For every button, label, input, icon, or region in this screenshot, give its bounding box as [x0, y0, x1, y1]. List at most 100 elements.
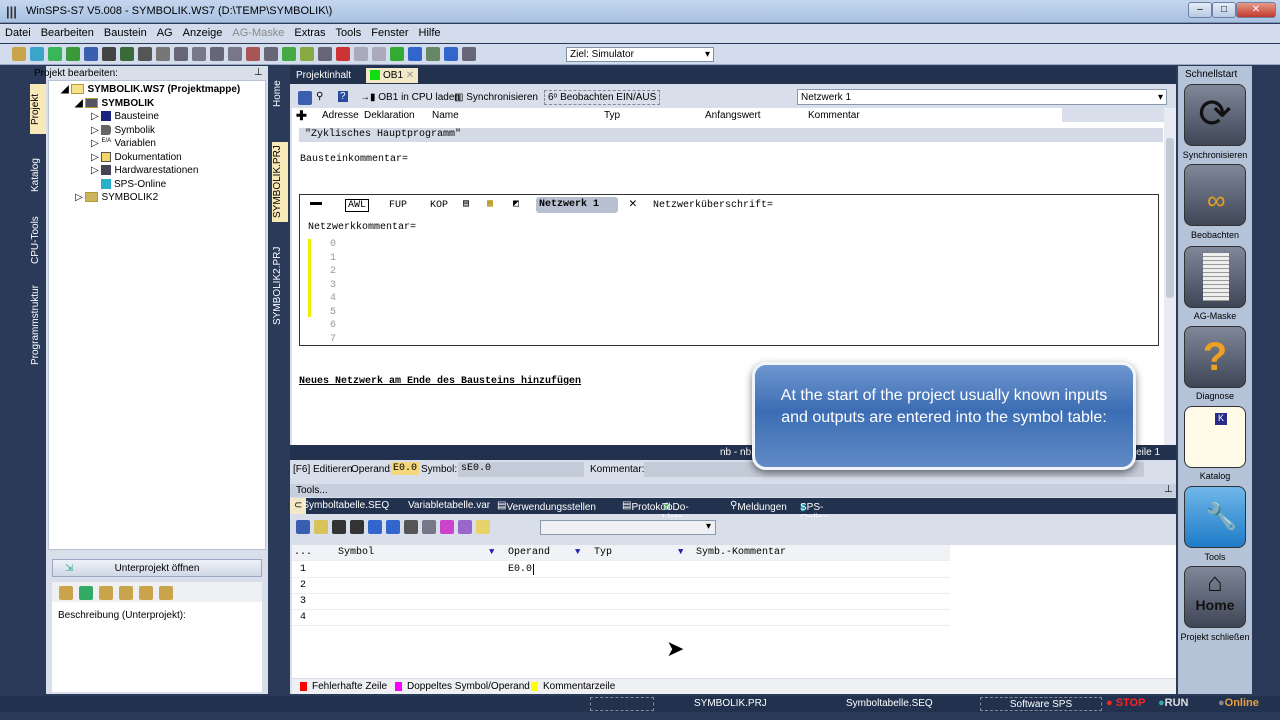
- tab-variabletabelle[interactable]: Variabletabelle.var: [408, 500, 490, 511]
- find-next-icon[interactable]: [350, 520, 364, 534]
- watch-off-icon[interactable]: [336, 47, 350, 61]
- add-network-link[interactable]: Neues Netzwerk am Ende des Bausteins hin…: [299, 376, 581, 387]
- save-icon[interactable]: [84, 47, 98, 61]
- network-heading[interactable]: Netzwerküberschrift=: [653, 200, 773, 211]
- tool-icon[interactable]: [408, 47, 422, 61]
- sync-quick-button[interactable]: ⟳: [1184, 84, 1246, 146]
- tool-icon[interactable]: [318, 47, 332, 61]
- catalog-quick-button[interactable]: K: [1184, 406, 1246, 468]
- delete-row-icon[interactable]: [386, 520, 400, 534]
- info-icon[interactable]: ?: [338, 91, 348, 102]
- tree-item-hardwarestationen[interactable]: ▷ Hardwarestationen: [91, 165, 198, 176]
- vtab-programmstruktur[interactable]: Programmstruktur: [30, 280, 46, 370]
- symbol-field[interactable]: sE0.0: [458, 462, 584, 477]
- tree-root[interactable]: ◢ SYMBOLIK.WS7 (Projektmappe): [61, 84, 240, 95]
- new-block-icon[interactable]: [66, 47, 80, 61]
- col-symbol[interactable]: Symbol: [338, 547, 374, 558]
- tab-protokoll[interactable]: ▤ Protokoll: [622, 500, 670, 513]
- tree-project[interactable]: ◢ SYMBOLIK: [75, 98, 154, 109]
- mode-awl[interactable]: AWL: [345, 199, 370, 212]
- tool-icon[interactable]: [228, 47, 242, 61]
- tab-verwendungsstellen[interactable]: ▤ Verwendungsstellen: [497, 500, 596, 513]
- target-select[interactable]: Ziel: Simulator ▾: [566, 47, 714, 62]
- import-icon[interactable]: [314, 520, 328, 534]
- tool-icon[interactable]: [300, 47, 314, 61]
- vtab-symbolik2-prj[interactable]: SYMBOLIK2.PRJ: [272, 246, 288, 326]
- tree-item-dokumentation[interactable]: ▷ Dokumentation: [91, 152, 182, 163]
- tool-icon[interactable]: [444, 47, 458, 61]
- menu-fenster[interactable]: Fenster: [366, 24, 413, 42]
- tree-item-variablen[interactable]: ▷ E/A Variablen: [91, 138, 156, 149]
- close-button[interactable]: ✕: [1236, 2, 1276, 18]
- col-kommentar[interactable]: Kommentar: [808, 110, 860, 121]
- menu-hilfe[interactable]: Hilfe: [414, 24, 446, 42]
- col-kommentar[interactable]: Symb.-Kommentar: [696, 547, 786, 558]
- sym2-icon[interactable]: [372, 47, 386, 61]
- menu-bearbeiten[interactable]: Bearbeiten: [36, 24, 99, 42]
- close-tab-icon[interactable]: ✕: [406, 70, 414, 81]
- col-deklaration[interactable]: Deklaration: [364, 110, 415, 121]
- print-icon[interactable]: [156, 47, 170, 61]
- folder-open-icon[interactable]: [59, 586, 73, 600]
- tool-icon[interactable]: [282, 47, 296, 61]
- tree-project2[interactable]: ▷ SYMBOLIK2: [75, 192, 158, 203]
- vtab-cpu-tools[interactable]: CPU-Tools: [30, 210, 46, 270]
- col-operand[interactable]: Operand: [508, 547, 550, 558]
- filter-icon[interactable]: ▼: [678, 547, 683, 557]
- new-project-icon[interactable]: [12, 47, 26, 61]
- copy-icon[interactable]: ▤: [463, 198, 469, 210]
- open2-icon[interactable]: [48, 47, 62, 61]
- mode-kop[interactable]: KOP: [430, 200, 448, 211]
- find-replace-icon[interactable]: [120, 47, 134, 61]
- maximize-button[interactable]: □: [1212, 2, 1236, 18]
- home-quick-button[interactable]: ⌂ Home: [1184, 566, 1246, 628]
- col-adresse[interactable]: Adresse: [322, 110, 359, 121]
- minimize-button[interactable]: –: [1188, 2, 1212, 18]
- tab-ob1[interactable]: OB1 ✕: [366, 68, 419, 83]
- editor-scrollbar[interactable]: [1164, 108, 1176, 445]
- tool-icon[interactable]: [462, 47, 476, 61]
- col-anfangswert[interactable]: Anfangswert: [705, 110, 761, 121]
- new-folder-icon[interactable]: [99, 586, 113, 600]
- pin-icon[interactable]: ⊥: [1164, 484, 1173, 495]
- tool-icon[interactable]: [210, 47, 224, 61]
- tool-icon[interactable]: [264, 47, 278, 61]
- paste-icon[interactable]: ▦: [487, 198, 493, 210]
- filter-icon[interactable]: ▼: [575, 547, 580, 557]
- ag-mask-quick-button[interactable]: [1184, 246, 1246, 308]
- tab-meldungen[interactable]: ⚲ Meldungen: [730, 500, 787, 513]
- tab-symboltabelle[interactable]: ⊂ Symboltabelle.SEQ: [290, 498, 389, 514]
- import-icon[interactable]: [79, 586, 93, 600]
- menu-ag-maske[interactable]: AG-Maske: [227, 24, 289, 42]
- menu-baustein[interactable]: Baustein: [99, 24, 152, 42]
- watch-quick-button[interactable]: ∞: [1184, 164, 1246, 226]
- filter-icon[interactable]: ▼: [489, 547, 494, 557]
- menu-datei[interactable]: Datei: [0, 24, 36, 42]
- delete-network-icon[interactable]: ✕: [629, 196, 637, 211]
- tree-item-symbolik[interactable]: ▷ Symbolik: [91, 125, 155, 136]
- open-subproject-button[interactable]: ⇲ Unterprojekt öffnen: [52, 559, 262, 577]
- watch-toggle-button[interactable]: 6ᵒ Beobachten EIN/AUS: [544, 90, 661, 105]
- synchronize-button[interactable]: ▥ Synchronisieren: [454, 92, 538, 103]
- find-icon[interactable]: [102, 47, 116, 61]
- folder-icon[interactable]: [139, 586, 153, 600]
- replace-icon[interactable]: ◩: [513, 198, 519, 210]
- find-icon[interactable]: [332, 520, 346, 534]
- watch-icon[interactable]: [422, 520, 436, 534]
- csv-export-icon[interactable]: [458, 520, 472, 534]
- block-comment[interactable]: Bausteinkommentar=: [300, 154, 408, 165]
- diagnose-quick-button[interactable]: ?: [1184, 326, 1246, 388]
- network-select[interactable]: Netzwerk 1 ▾: [797, 89, 1167, 105]
- table-row[interactable]: 4: [292, 610, 950, 626]
- tree-item-sps-online[interactable]: SPS-Online: [101, 179, 166, 190]
- menu-extras[interactable]: Extras: [289, 24, 330, 42]
- mode-fup[interactable]: FUP: [389, 200, 407, 211]
- col-name[interactable]: Name: [432, 110, 459, 121]
- tool-icon[interactable]: [174, 47, 188, 61]
- collapse-icon[interactable]: [310, 202, 322, 205]
- pin-icon[interactable]: ⊥: [254, 67, 263, 78]
- operand-field[interactable]: E0.0: [391, 462, 420, 475]
- vtab-katalog[interactable]: Katalog: [30, 150, 46, 200]
- network-comment[interactable]: Netzwerkkommentar=: [308, 222, 416, 233]
- table-row[interactable]: 2: [292, 578, 950, 594]
